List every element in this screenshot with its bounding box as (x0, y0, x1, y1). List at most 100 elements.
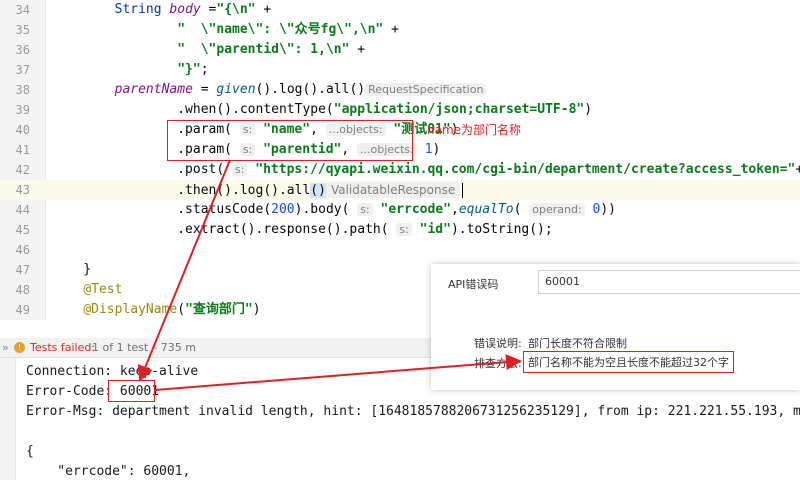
code-token: .statusCode( (52, 202, 272, 217)
code-line-42[interactable]: 42 .post( s: "https://qyapi.weixin.qq.co… (0, 160, 800, 180)
code-token: " \"name\": \"众号fg\",\n" (177, 22, 384, 37)
line-number: 36 (15, 43, 30, 57)
code-line-43[interactable]: 43 .then().log().all() ValidatableRespons… (0, 180, 800, 200)
error-desc-value: 部门长度不符合限制 (528, 337, 627, 350)
console-line: "errcode": 60001, (26, 464, 191, 479)
line-number: 34 (15, 3, 30, 17)
code-token: + (255, 2, 272, 17)
error-code-highlight-box (108, 380, 155, 402)
code-text: .then().log().all() ValidatableResponse (52, 180, 464, 201)
code-token: = (192, 82, 217, 97)
line-number: 40 (15, 123, 30, 137)
error-desc-label: 错误说明: (474, 337, 522, 350)
code-token: .extract().response().path( (52, 222, 397, 237)
code-token: "https://qyapi.weixin.qq.com/cgi-bin/dep… (255, 162, 796, 177)
code-token: "查询部门" (185, 302, 253, 317)
code-text: } (52, 260, 91, 280)
code-line-36[interactable]: 36 " \"parentid\": 1,\n" + (0, 40, 800, 60)
code-token: "errcode" (380, 202, 451, 217)
code-token: RequestSpecification (365, 83, 487, 96)
code-text: String body ="{\n" + (52, 0, 272, 20)
code-token: " \"parentid\": 1,\n" (177, 42, 350, 57)
line-number: 42 (15, 163, 30, 177)
line-number: 38 (15, 83, 30, 97)
api-code-label: API错误码 (448, 278, 499, 291)
line-number: 39 (15, 103, 30, 117)
line-number: 48 (15, 283, 30, 297)
line-number: 45 (15, 223, 30, 237)
code-token: ; (200, 62, 209, 77)
code-token: s: (357, 203, 373, 216)
line-number: 49 (15, 303, 30, 317)
console-line: Connection: keep-alive (26, 364, 199, 379)
warning-icon: ! (14, 342, 25, 353)
code-text: .post( s: "https://qyapi.weixin.qq.com/c… (52, 160, 800, 180)
code-text: @Test (52, 280, 122, 300)
code-token: ( (177, 302, 186, 317)
code-token: + (383, 22, 399, 37)
code-text: .when().contentType("application/json;ch… (52, 100, 592, 120)
code-token: equalTo (458, 202, 514, 217)
code-line-46[interactable]: 46 (0, 240, 800, 260)
code-line-44[interactable]: 44 .statusCode(200).body( s: "errcode",e… (0, 200, 800, 220)
code-line-38[interactable]: 38 parentName = given().log().all() Reque… (0, 80, 800, 100)
code-token: s: (232, 163, 248, 176)
line-number: 46 (15, 243, 30, 257)
param-highlight-box (167, 120, 413, 161)
code-line-35[interactable]: 35 " \"name\": \"众号fg\",\n" + (0, 20, 800, 40)
console-toolbar (0, 358, 16, 480)
code-token: + (349, 42, 366, 57)
code-text: .extract().response().path( s: "id").toS… (52, 220, 553, 240)
code-token: @Test (83, 282, 123, 297)
code-line-45[interactable]: 45 .extract().response().path( s: "id").… (0, 220, 800, 240)
code-line-34[interactable]: 34 String body ="{\n" + (0, 0, 800, 20)
code-token: "id" (419, 222, 451, 237)
code-token: s: (396, 223, 412, 236)
api-error-code-panel: API错误码 60001 错误说明: 部门长度不符合限制 排查方法: 部门名称不… (431, 264, 800, 390)
code-token: + (795, 162, 800, 177)
line-number: 47 (15, 263, 30, 277)
code-token: @DisplayName (83, 302, 178, 317)
fix-method-value: 部门名称不能为空且长度不能超过32个字 (523, 351, 734, 373)
code-text: "}"; (52, 60, 209, 80)
console-line-error-msg: Error-Msg: department invalid length, hi… (26, 404, 800, 419)
code-token: ) (252, 302, 261, 317)
code-line-37[interactable]: 37 "}"; (0, 60, 800, 80)
code-token: ().log().all() (255, 82, 366, 97)
code-token: 200 (271, 202, 295, 217)
code-token: "}" (177, 62, 201, 77)
line-number: 37 (15, 63, 30, 77)
api-code-field[interactable]: 60001 (538, 270, 800, 294)
code-token: .then().log().all (52, 183, 311, 198)
code-text: parentName = given().log().all() RequestS… (52, 80, 487, 100)
code-token: operand: (529, 203, 585, 216)
line-number: 43 (15, 183, 30, 197)
code-token: body (169, 2, 201, 17)
code-token: ).toString(); (450, 222, 553, 237)
text-caret (462, 183, 464, 198)
code-token: )) (600, 202, 616, 217)
name-annotation-note: name为部门名称 (427, 123, 522, 137)
code-token: ).body( (294, 202, 358, 217)
expand-chevron-icon[interactable]: » (2, 338, 9, 358)
code-token: .post( (52, 162, 233, 177)
code-token: = (200, 2, 217, 17)
code-text: " \"name\": \"众号fg\",\n" + (52, 20, 399, 40)
code-token: "{\n" (216, 2, 256, 17)
code-token: "application/json;charset=UTF-8" (333, 102, 585, 117)
code-line-39[interactable]: 39 .when().contentType("application/json… (0, 100, 800, 120)
console-line: { (26, 444, 34, 459)
line-number: 35 (15, 23, 30, 37)
code-text: @DisplayName("查询部门") (52, 300, 261, 320)
code-text: " \"parentid\": 1,\n" + (52, 40, 365, 60)
code-token: , (450, 202, 459, 217)
